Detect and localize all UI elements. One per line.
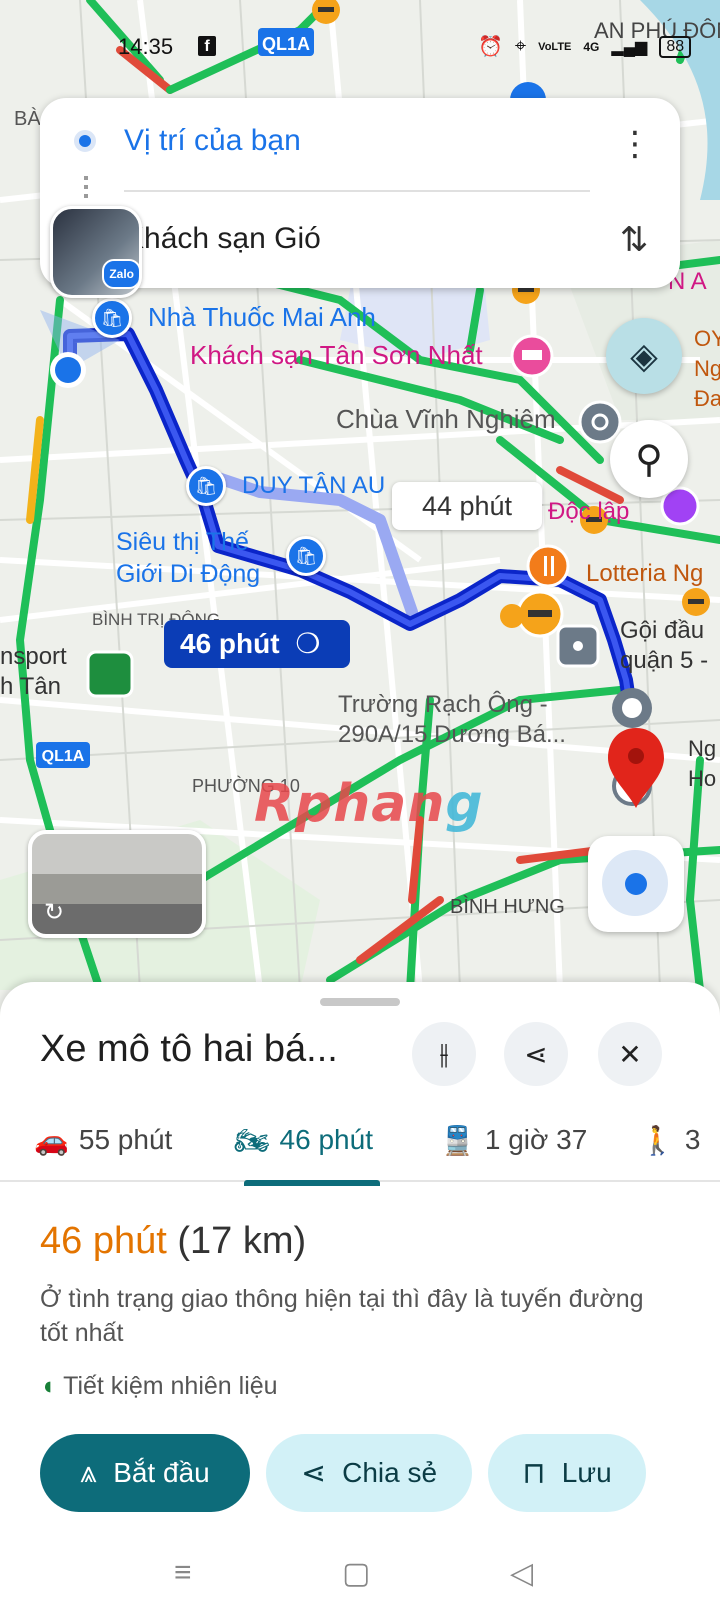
destination-input[interactable]: Khách sạn Gió (124, 222, 321, 256)
home-icon[interactable]: ▢ (342, 1556, 370, 1591)
network-4g-icon: 4G (583, 39, 600, 54)
tab-car-label: 55 phút (78, 1124, 173, 1155)
eco-note-text: Tiết kiệm nhiên liệu (63, 1372, 278, 1400)
share-route-button[interactable]: ⋖ (504, 1022, 568, 1086)
share-button[interactable]: ⋖ Chia sẻ (266, 1434, 472, 1512)
signal-icon: ▂▄▆ (611, 38, 648, 56)
tab-walk[interactable]: 🚶 3 (640, 1102, 700, 1178)
map-road-badge-ql1a: QL1A (42, 748, 85, 765)
my-location-icon (625, 873, 647, 895)
map-label-right-edge-2: OY Ng Đa (694, 326, 720, 411)
map-label-transport: nsport h Tân (0, 643, 67, 700)
origin-input[interactable]: Vị trí của bạn (124, 124, 301, 158)
tab-motorbike-label: 46 phút (279, 1124, 373, 1155)
map-label-pagoda[interactable]: Chùa Vĩnh Nghiêm (336, 404, 556, 435)
eco-note: ◖ Tiết kiệm nhiên liệu (40, 1372, 278, 1401)
status-time: 14:35 (118, 34, 174, 59)
directions-bottom-sheet: Xe mô tô hai bá... ⫲ ⋖ ✕ 🚗 55 phút 🏍 46 … (0, 982, 720, 1612)
route-options-button[interactable]: ⫲ (412, 1022, 476, 1086)
walk-icon: 🚶 (640, 1124, 675, 1156)
route-duration-label[interactable]: 46 phút ❍ (164, 620, 350, 668)
status-road-badge: QL1A (262, 34, 311, 54)
layers-button[interactable]: ◈ (606, 318, 682, 394)
car-icon: 🚗 (34, 1124, 69, 1156)
swap-direction-button[interactable]: ⇅ (612, 216, 656, 264)
watermark-logo: Rphang (254, 774, 484, 834)
map-label-goi-dau[interactable]: Gội đầu quận 5 - (620, 616, 708, 676)
travel-mode-tabs: 🚗 55 phút 🏍 46 phút 🚆 1 giờ 37 🚶 3 (0, 1102, 720, 1182)
save-button-label: Lưu (561, 1457, 612, 1488)
map-label-hotel[interactable]: Khách sạn Tân Sơn Nhất (190, 340, 483, 371)
share-button-label: Chia sẻ (342, 1457, 438, 1488)
watermark-part-b: g (445, 774, 484, 834)
volte-icon: VoLTE (538, 40, 572, 53)
status-indicators: ⏰ ⌖ VoLTE 4G ▂▄▆ 88 (478, 34, 692, 59)
travel-mode-title: Xe mô tô hai bá... (40, 1028, 338, 1070)
route-duration-text: 46 phút (180, 628, 280, 659)
route-description: Ở tình trạng giao thông hiện tại thì đây… (40, 1285, 644, 1347)
drag-handle[interactable] (320, 998, 400, 1006)
sliders-icon: ⫲ (439, 1037, 449, 1069)
watermark-part-a: Rphan (254, 774, 446, 834)
start-button-label: Bắt đầu (113, 1457, 210, 1488)
system-navigation-bar: ≡ ▢ ◁ (0, 1540, 720, 1612)
tab-transit-label: 1 giờ 37 (484, 1124, 588, 1155)
alt-route-duration-label[interactable]: 44 phút (392, 482, 542, 530)
duy-tan-pin[interactable]: 🛍 (186, 466, 226, 506)
tab-car[interactable]: 🚗 55 phút (34, 1102, 172, 1178)
map-label-truong-rach-ong[interactable]: Trường Rạch Ông - 290A/15 Dương Bá... (338, 690, 566, 750)
save-button[interactable]: ⊓ Lưu (488, 1434, 646, 1512)
sieu-thi-pin[interactable]: 🛍 (286, 536, 326, 576)
map-label-sieu-thi[interactable]: Siêu thị Thế Giới Di Động (116, 526, 260, 590)
tab-transit[interactable]: 🚆 1 giờ 37 (440, 1102, 587, 1178)
map-label-right-edge-3: Ng Ho (688, 736, 717, 791)
zalo-chat-bubble[interactable]: Zalo (50, 206, 142, 298)
my-location-button[interactable] (588, 836, 684, 932)
facebook-icon: f (198, 36, 216, 56)
transit-icon: 🚆 (440, 1124, 475, 1156)
street-view-thumbnail[interactable]: ↻ (28, 830, 206, 938)
map-label-ba: BÀ (14, 108, 41, 130)
layers-icon: ◈ (630, 335, 658, 376)
map-label-binh-hung: BÌNH HƯNG (450, 896, 565, 918)
navigation-arrow-icon: ⩓ (80, 1456, 98, 1489)
search-along-route-button[interactable]: ⚲ (610, 420, 688, 498)
map-label-duy-tan[interactable]: DUY TÂN AU (242, 472, 385, 500)
map-label-lotteria[interactable]: Lotteria Ng (586, 560, 703, 588)
pharmacy-pin[interactable]: 🛍 (92, 298, 132, 338)
motorbike-icon: 🏍 (234, 1124, 270, 1156)
street-view-icon: ↻ (44, 899, 65, 926)
status-bar: 14:35 f QL1A ⏰ ⌖ VoLTE 4G ▂▄▆ 88 (0, 28, 720, 68)
leaf-icon: ◖ (40, 1372, 56, 1400)
route-connector-icon (84, 176, 88, 200)
share-icon: ⋖ (300, 1456, 327, 1490)
close-icon: ✕ (618, 1038, 642, 1070)
origin-dot-icon (74, 130, 96, 152)
battery-icon: 88 (659, 35, 692, 58)
share-icon: ⋖ (524, 1038, 548, 1070)
recents-icon[interactable]: ≡ (174, 1556, 192, 1590)
eco-leaf-icon: ❍ (295, 628, 321, 659)
back-icon[interactable]: ◁ (510, 1556, 533, 1591)
close-button[interactable]: ✕ (598, 1022, 662, 1086)
tab-motorbike[interactable]: 🏍 46 phút (234, 1102, 373, 1178)
bookmark-icon: ⊓ (522, 1456, 546, 1490)
route-distance: (17 km) (177, 1220, 307, 1262)
search-icon: ⚲ (635, 438, 663, 481)
more-options-button[interactable]: ⋮ (618, 124, 652, 164)
location-icon: ⌖ (514, 35, 527, 57)
map-label-doc-lap[interactable]: Độc lập (548, 498, 629, 526)
alarm-icon: ⏰ (478, 36, 503, 58)
route-duration: 46 phút (40, 1220, 167, 1262)
divider (124, 190, 590, 192)
start-button[interactable]: ⩓ Bắt đầu (40, 1434, 250, 1512)
active-tab-indicator (244, 1180, 380, 1186)
tab-walk-label: 3 (684, 1124, 701, 1155)
route-summary: 46 phút (17 km) (40, 1220, 306, 1263)
zalo-badge: Zalo (102, 259, 139, 289)
map-label-pharmacy[interactable]: Nhà Thuốc Mai Anh (148, 302, 376, 333)
